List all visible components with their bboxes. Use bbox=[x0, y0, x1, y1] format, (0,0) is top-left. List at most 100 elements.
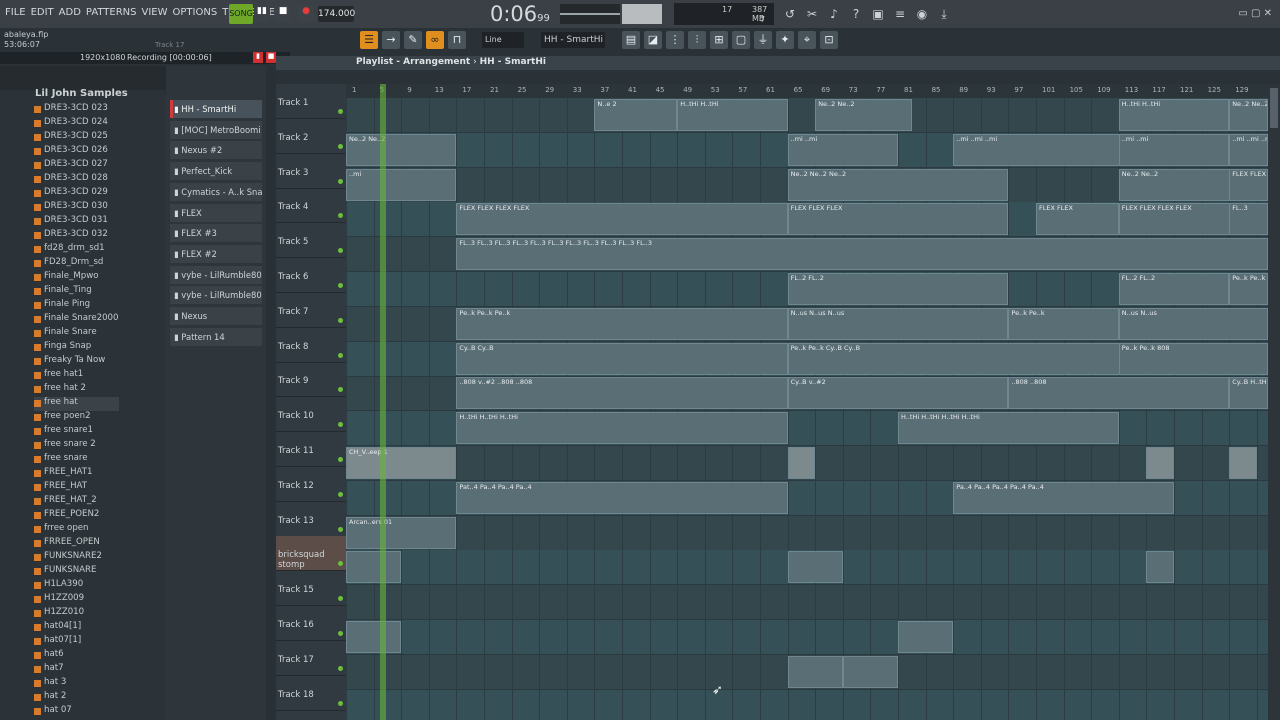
pattern-item[interactable]: ▮ [MOC] MetroBoomi bbox=[170, 120, 262, 139]
browser-item[interactable]: free poen2 bbox=[34, 411, 119, 425]
playlist-clip[interactable]: Cy..B Cy..B bbox=[456, 342, 788, 375]
browser-item[interactable]: FUNKSNARE bbox=[34, 565, 119, 579]
browser-item[interactable]: FREE_POEN2 bbox=[34, 509, 119, 523]
cut-icon[interactable]: ✂ bbox=[804, 6, 820, 22]
browser-item[interactable]: hat6 bbox=[34, 649, 119, 663]
playlist-clip[interactable]: ..mi ..mi ..mi bbox=[1229, 133, 1268, 166]
bird-icon[interactable]: ⌖ bbox=[798, 31, 816, 49]
browser-item[interactable]: DRE3-3CD 030 bbox=[34, 201, 119, 215]
download-icon[interactable]: ⤓ bbox=[936, 6, 952, 22]
browser-item[interactable]: hat 3 bbox=[34, 677, 119, 691]
mic-icon[interactable]: ♪ bbox=[826, 6, 842, 22]
track-header[interactable]: Track 13 bbox=[276, 502, 346, 537]
playlist-clip[interactable]: ..mi ..mi bbox=[787, 133, 898, 166]
track-header[interactable]: Track 15 bbox=[276, 571, 346, 607]
playlist-icon[interactable]: ☰ bbox=[360, 31, 378, 49]
mixer-icon[interactable]: ⫶ bbox=[688, 31, 706, 49]
pattern-item[interactable]: ▮ FLEX #2 bbox=[170, 244, 262, 263]
menu-file[interactable]: FILE bbox=[5, 7, 26, 18]
track-enable-led[interactable] bbox=[338, 143, 343, 149]
browser-item[interactable]: DRE3-3CD 032 bbox=[34, 229, 119, 243]
browser-item[interactable]: DRE3-3CD 023 bbox=[34, 103, 119, 117]
track-header[interactable]: Track 16 bbox=[276, 606, 346, 641]
track-header[interactable]: Track 7 bbox=[276, 293, 346, 328]
track-enable-led[interactable] bbox=[338, 178, 343, 184]
snap-select[interactable]: Line bbox=[482, 32, 524, 48]
browser-item[interactable]: free hat1 bbox=[34, 369, 119, 383]
playlist-clip[interactable]: Pe..k Pe..k bbox=[1229, 273, 1268, 305]
playlist-clip[interactable]: Cy..B v..#2 bbox=[787, 377, 1009, 410]
browser-item[interactable]: FREE_HAT1 bbox=[34, 467, 119, 481]
browser-item[interactable]: free snare 2 bbox=[34, 439, 119, 453]
browser-item[interactable]: Freaky Ta Now bbox=[34, 355, 119, 369]
track-header[interactable]: Track 5 bbox=[276, 223, 346, 259]
playlist-clip[interactable]: FL..2 FL..2 bbox=[1118, 273, 1230, 305]
browser-item[interactable]: H1LA390 bbox=[34, 579, 119, 593]
playlist-clip[interactable] bbox=[787, 655, 843, 688]
playlist-clip[interactable]: N..us N..us bbox=[1118, 307, 1268, 340]
playlist-clip[interactable]: H..tHi H..tHi bbox=[677, 99, 788, 131]
track-header[interactable]: Track 2 bbox=[276, 119, 346, 154]
menu-options[interactable]: OPTIONS bbox=[173, 7, 218, 18]
playlist-clip[interactable]: Pat..4 Pa..4 Pa..4 Pa..4 bbox=[456, 481, 788, 514]
playlist-clip[interactable]: Pe..k Pe..k 808 bbox=[1118, 342, 1268, 375]
undo-icon[interactable]: ↺ bbox=[782, 6, 798, 22]
playlist-clip[interactable]: FLEX FLEX FLEX FLEX bbox=[456, 203, 788, 236]
playlist-clip[interactable] bbox=[346, 621, 402, 653]
playlist-clip[interactable] bbox=[787, 551, 843, 584]
playlist-clip[interactable]: CH_V..eep 1 bbox=[346, 447, 457, 479]
menu-add[interactable]: ADD bbox=[59, 7, 81, 18]
playlist-clip[interactable] bbox=[1229, 447, 1257, 479]
track-enable-led[interactable] bbox=[338, 631, 343, 636]
browser-item[interactable]: Finale Ping bbox=[34, 299, 119, 313]
brush-icon[interactable]: ✎ bbox=[404, 31, 422, 49]
browser-item[interactable]: hat04[1] bbox=[34, 621, 119, 635]
track-enable-led[interactable] bbox=[338, 596, 343, 602]
browser-item[interactable]: hat 2 bbox=[34, 691, 119, 705]
tempo-display[interactable]: 174.000 bbox=[318, 6, 355, 22]
track-header[interactable]: Track 8 bbox=[276, 328, 346, 363]
browser-item[interactable]: Finale Snare bbox=[34, 327, 119, 341]
browser-item[interactable]: FREE_HAT_2 bbox=[34, 495, 119, 509]
browser-item[interactable]: Finale_Ting bbox=[34, 285, 119, 299]
track-header[interactable]: Track 10 bbox=[276, 397, 346, 433]
playlist-clip[interactable] bbox=[898, 621, 954, 653]
track-header[interactable]: Track 18 bbox=[276, 676, 346, 711]
link-icon[interactable]: ∞ bbox=[426, 31, 444, 49]
playlist-clip[interactable]: N..us N..us N..us bbox=[787, 307, 1009, 340]
browser-item[interactable]: free hat 2 bbox=[34, 383, 119, 397]
browser-item[interactable]: H1ZZ010 bbox=[34, 607, 119, 621]
track-enable-led[interactable] bbox=[338, 422, 343, 428]
menu-view[interactable]: VIEW bbox=[142, 7, 168, 18]
pattern-item[interactable]: ▮ vybe - LilRumble808 #2 bbox=[170, 286, 262, 305]
playlist-clip[interactable]: ..mi ..mi bbox=[1118, 133, 1230, 166]
browser-item[interactable]: DRE3-3CD 024 bbox=[34, 117, 119, 131]
browser-item[interactable]: DRE3-3CD 029 bbox=[34, 187, 119, 201]
pattern-item[interactable]: ▮ Perfect_Kick bbox=[170, 162, 262, 181]
track-header[interactable]: Track 4 bbox=[276, 188, 346, 224]
magnet-icon[interactable]: ⊓ bbox=[448, 31, 466, 49]
playlist-clip[interactable]: FLEX FLEX bbox=[1036, 203, 1119, 236]
browser-item[interactable]: free snare bbox=[34, 453, 119, 467]
piano-icon[interactable]: ▤ bbox=[622, 31, 640, 49]
playlist-grid[interactable]: N..e 2 H..tHi H..tHi Ne..2 Ne..2 H..tHi H..… bbox=[346, 98, 1268, 720]
track-header[interactable]: Track 6 bbox=[276, 258, 346, 293]
browser-item[interactable]: FRREE_OPEN bbox=[34, 537, 119, 551]
track-header[interactable]: Track 9 bbox=[276, 362, 346, 398]
browser-item[interactable]: DRE3-3CD 026 bbox=[34, 145, 119, 159]
track-header[interactable]: Track 12 bbox=[276, 467, 346, 502]
playlist-clip[interactable]: Ne..2 Ne..2 Ne..2 bbox=[1229, 99, 1268, 131]
playlist-clip[interactable]: FL..3 FL..3 FL..3 FL..3 FL..3 FL..3 FL..… bbox=[456, 238, 1268, 271]
pattern-item[interactable]: ▮ HH - SmartHi bbox=[170, 100, 262, 118]
playlist-clip[interactable] bbox=[346, 551, 402, 584]
stop-button[interactable]: ■ bbox=[275, 6, 291, 22]
sliders-icon[interactable]: ⊞ bbox=[710, 31, 728, 49]
menu-edit[interactable]: EDIT bbox=[31, 7, 54, 18]
pattern-item[interactable]: ▮ Pattern 14 bbox=[170, 327, 262, 346]
track-enable-led[interactable] bbox=[338, 109, 343, 114]
pattern-item[interactable]: ▮ FLEX bbox=[170, 203, 262, 222]
track-header[interactable]: Track 3 bbox=[276, 154, 346, 189]
browser-item[interactable]: hat 07 bbox=[34, 705, 119, 719]
song-mode-toggle[interactable]: SONG bbox=[229, 4, 253, 24]
track-enable-led[interactable] bbox=[338, 526, 343, 532]
